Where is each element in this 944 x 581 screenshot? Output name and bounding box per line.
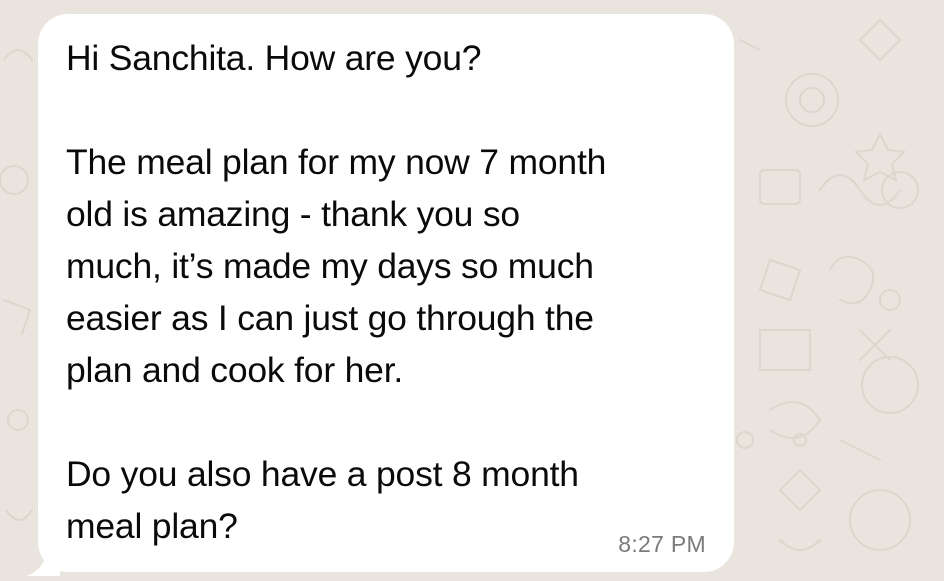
message-line: Do you also have a post 8 month (66, 454, 579, 494)
message-line: plan and cook for her. (66, 350, 404, 390)
message-greeting: Hi Sanchita. How are you? (66, 38, 482, 78)
bubble-tail (26, 556, 60, 576)
message-line: meal plan? (66, 506, 238, 546)
message-line: The meal plan for my now 7 month (66, 142, 607, 182)
message-line: easier as I can just go through the (66, 298, 594, 338)
message-timestamp: 8:27 PM (618, 531, 706, 557)
message-bubble[interactable]: Hi Sanchita. How are you? The meal plan … (38, 14, 734, 572)
message-line: much, it’s made my days so much (66, 246, 594, 286)
message-line: old is amazing - thank you so (66, 194, 520, 234)
